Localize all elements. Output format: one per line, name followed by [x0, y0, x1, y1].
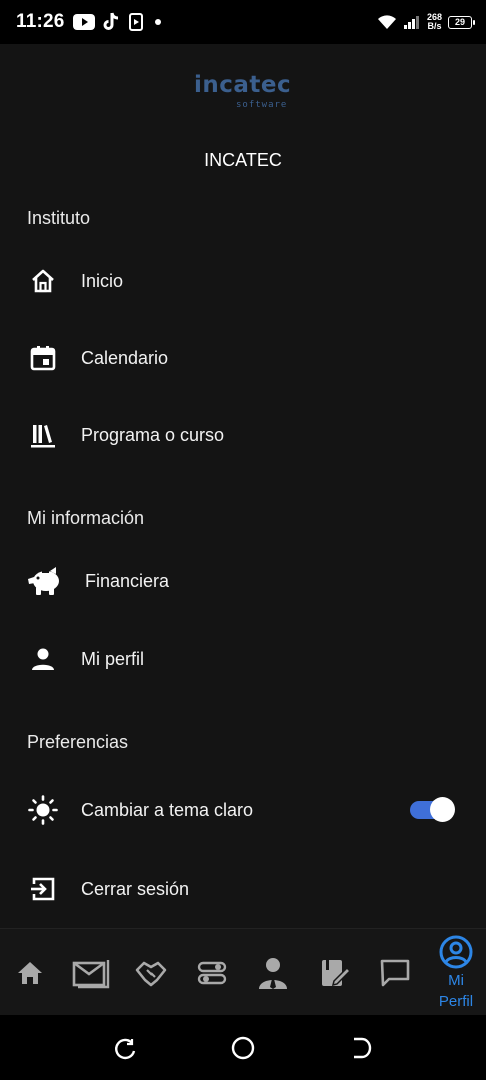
menu-item-tema-claro[interactable]: Cambiar a tema claro [0, 782, 486, 838]
media-icon [128, 13, 143, 31]
recent-apps-icon[interactable] [112, 1035, 138, 1061]
nav-home[interactable] [12, 929, 48, 1016]
status-bar: 11:26 268 B/s 29 [0, 0, 486, 44]
youtube-icon [72, 14, 95, 30]
section-title-instituto: Instituto [27, 208, 91, 228]
net-speed-unit: B/s [427, 21, 442, 31]
handshake-icon [135, 961, 167, 986]
menu-label-cerrar-sesion: Cerrar sesión [81, 878, 190, 899]
route-icon [197, 961, 227, 984]
net-speed: 268 B/s [427, 13, 442, 31]
theme-toggle[interactable] [410, 796, 456, 822]
nav-chat[interactable] [378, 929, 412, 1016]
menu-item-programa[interactable]: Programa o curso [0, 407, 486, 463]
books-icon [28, 420, 58, 450]
organization-name: INCATEC [204, 150, 282, 170]
menu-label-tema-claro: Cambiar a tema claro [81, 799, 254, 820]
incatec-logo: incatec software [194, 72, 294, 116]
menu-label-programa: Programa o curso [81, 424, 225, 445]
nav-rutas[interactable] [195, 929, 229, 1016]
person-icon [28, 644, 58, 674]
section-title-mi-informacion: Mi información [27, 508, 145, 528]
logo-subtext: software [236, 100, 288, 110]
chat-icon [380, 959, 410, 986]
section-title-preferencias: Preferencias [27, 732, 129, 752]
nav-docentes[interactable] [256, 929, 290, 1016]
system-navigation-bar [0, 1015, 486, 1080]
toggle-knob [430, 797, 455, 822]
mail-icon [72, 959, 110, 988]
teacher-icon [259, 957, 287, 989]
back-icon[interactable] [348, 1035, 374, 1061]
menu-label-inicio: Inicio [81, 270, 124, 291]
menu-item-calendario[interactable]: Calendario [0, 330, 486, 386]
tiktok-icon [103, 12, 118, 30]
nav-label-mi-perfil: Mi Perfil [438, 971, 474, 1010]
menu-item-inicio[interactable]: Inicio [0, 253, 486, 309]
nav-tareas[interactable] [318, 929, 352, 1016]
nav-convenios[interactable] [134, 929, 168, 1016]
logo-text: incatec [194, 72, 292, 98]
assignment-icon [322, 959, 351, 986]
nav-mensajes[interactable] [72, 929, 110, 1016]
menu-label-mi-perfil: Mi perfil [81, 648, 145, 669]
notification-icons [72, 12, 165, 32]
dot-icon [154, 19, 161, 25]
sun-icon [28, 795, 58, 825]
signal-icon [403, 16, 419, 29]
menu-label-calendario: Calendario [81, 347, 169, 368]
battery-level: 29 [454, 17, 465, 27]
menu-label-financiera: Financiera [85, 570, 170, 591]
bottom-navigation: Mi Perfil [0, 928, 486, 1015]
status-time: 11:26 [16, 11, 65, 32]
calendar-icon [28, 343, 58, 373]
menu-item-financiera[interactable]: Financiera [0, 553, 486, 609]
nav-mi-perfil[interactable]: Mi Perfil [432, 929, 480, 1016]
home-icon [28, 266, 58, 296]
logout-icon [28, 874, 58, 904]
piggy-bank-icon [26, 566, 64, 596]
home-icon [18, 961, 42, 984]
menu-item-cerrar-sesion[interactable]: Cerrar sesión [0, 861, 486, 917]
menu-item-mi-perfil[interactable]: Mi perfil [0, 631, 486, 687]
side-drawer: incatec software INCATEC Instituto Inici… [0, 44, 486, 928]
battery-icon: 29 [448, 15, 475, 29]
wifi-icon [377, 15, 396, 29]
status-right: 268 B/s 29 [377, 13, 475, 31]
home-button-icon[interactable] [230, 1035, 256, 1061]
account-circle-icon [439, 935, 473, 968]
